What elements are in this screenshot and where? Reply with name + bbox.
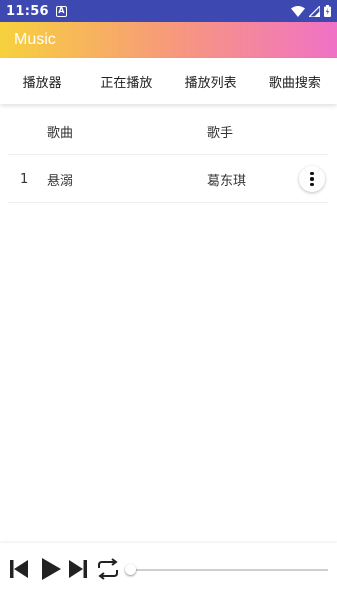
repeat-icon[interactable] — [96, 558, 120, 580]
status-icons — [291, 5, 331, 17]
battery-icon — [324, 5, 331, 17]
skip-previous-icon[interactable] — [8, 558, 30, 580]
song-title: 悬溺 — [47, 173, 74, 189]
song-index: 1 — [20, 171, 29, 187]
signal-icon — [309, 5, 320, 17]
song-artist: 葛东琪 — [207, 173, 247, 189]
notification-icon: A — [55, 5, 67, 17]
play-icon[interactable] — [39, 558, 63, 580]
wifi-icon — [291, 5, 305, 17]
status-bar: 11:56 A — [0, 0, 337, 22]
list-header: 歌曲 歌手 — [8, 108, 328, 155]
tab-bar: 播放器 正在播放 播放列表 歌曲搜索 — [0, 58, 337, 104]
header-song: 歌曲 — [47, 125, 74, 141]
status-time: 11:56 — [6, 3, 49, 19]
tab-player[interactable]: 播放器 — [0, 58, 84, 104]
song-row[interactable]: 1 悬溺 葛东琪 — [8, 156, 328, 203]
player-bar — [0, 543, 337, 600]
tab-song-search[interactable]: 歌曲搜索 — [253, 58, 337, 104]
app-bar: Music — [0, 22, 337, 58]
skip-next-icon[interactable] — [67, 558, 89, 580]
seek-thumb[interactable] — [125, 564, 136, 575]
app-title: Music — [14, 31, 56, 48]
tab-now-playing[interactable]: 正在播放 — [84, 58, 168, 104]
seek-track[interactable] — [130, 569, 328, 571]
more-options-icon[interactable] — [299, 166, 325, 192]
tab-playlist[interactable]: 播放列表 — [169, 58, 253, 104]
header-artist: 歌手 — [207, 125, 234, 141]
